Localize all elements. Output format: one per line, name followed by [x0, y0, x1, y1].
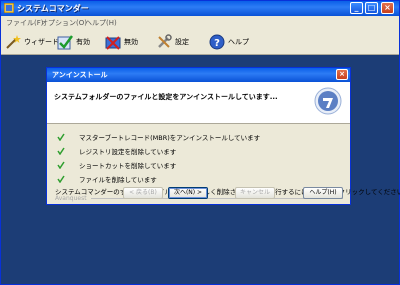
brand-label: Avanquest — [55, 195, 87, 202]
dialog-close-button[interactable]: × — [336, 69, 348, 80]
dialog-header: システムフォルダーのファイルと設定をアンインストールしています... — [47, 82, 350, 124]
next-button[interactable]: 次へ(N) > — [168, 187, 208, 199]
task-item: マスターブートレコード(MBR)をアンインストールしています — [57, 132, 337, 142]
window-title: システムコマンダー — [17, 4, 89, 13]
toolbar-disable-button[interactable]: 無効 — [105, 33, 138, 51]
disable-icon — [105, 36, 121, 50]
menu-options[interactable]: オプション(O) — [41, 18, 87, 28]
menu-help[interactable]: ヘルプ(H) — [85, 18, 117, 28]
check-icon — [57, 133, 65, 141]
completion-message: システムコマンダーのすべてのファイルと設定は正しく削除されました。続行するには、… — [55, 188, 400, 196]
toolbar-help-button[interactable]: ? ヘルプ — [209, 33, 249, 51]
toolbar-wizard-button[interactable]: ウィザード — [5, 33, 59, 51]
check-icon — [57, 175, 65, 183]
check-icon — [57, 147, 65, 155]
task-item: ショートカットを削除しています — [57, 160, 337, 170]
toolbar-enable-label: 有効 — [76, 38, 90, 46]
help-button[interactable]: ヘルプ(H) — [303, 187, 343, 199]
toolbar: ウィザード 有効 無効 設定 ? ヘルプ — [1, 29, 399, 55]
menu-file[interactable]: ファイル(F) — [6, 18, 44, 28]
task-label: ファイルを削除しています — [79, 176, 157, 184]
task-item: ファイルを削除しています — [57, 174, 337, 184]
main-titlebar[interactable]: システムコマンダー _ □ × — [1, 1, 399, 16]
help-icon: ? — [209, 34, 225, 50]
svg-text:?: ? — [214, 38, 220, 49]
close-button[interactable]: × — [381, 2, 394, 14]
toolbar-wizard-label: ウィザード — [24, 38, 59, 46]
task-label: ショートカットを削除しています — [79, 162, 177, 170]
dialog-title: アンインストール — [52, 71, 108, 79]
toolbar-help-label: ヘルプ — [228, 38, 249, 46]
settings-tools-icon — [158, 34, 172, 48]
wand-icon — [6, 35, 21, 49]
check-icon — [57, 161, 65, 169]
menubar: ファイル(F) オプション(O) ヘルプ(H) — [1, 16, 399, 29]
toolbar-disable-label: 無効 — [124, 38, 138, 46]
dialog-heading: システムフォルダーのファイルと設定をアンインストールしています... — [54, 93, 278, 101]
toolbar-settings-button[interactable]: 設定 — [156, 33, 189, 51]
task-item: レジストリ設定を削除しています — [57, 146, 337, 156]
maximize-button[interactable]: □ — [365, 2, 378, 14]
minimize-button[interactable]: _ — [350, 2, 363, 14]
back-button[interactable]: < 戻る(B) — [123, 187, 163, 199]
toolbar-enable-button[interactable]: 有効 — [57, 33, 90, 51]
brand-logo-icon — [314, 87, 342, 115]
uninstall-dialog: アンインストール × システムフォルダーのファイルと設定をアンインストールしてい… — [46, 67, 400, 205]
toolbar-settings-label: 設定 — [175, 38, 189, 46]
app-icon — [4, 3, 14, 13]
task-label: レジストリ設定を削除しています — [79, 148, 177, 156]
cancel-button[interactable]: キャンセル — [235, 187, 275, 199]
dialog-titlebar[interactable]: アンインストール × — [47, 68, 350, 82]
enable-check-icon — [57, 35, 73, 50]
task-label: マスターブートレコード(MBR)をアンインストールしています — [79, 134, 261, 142]
